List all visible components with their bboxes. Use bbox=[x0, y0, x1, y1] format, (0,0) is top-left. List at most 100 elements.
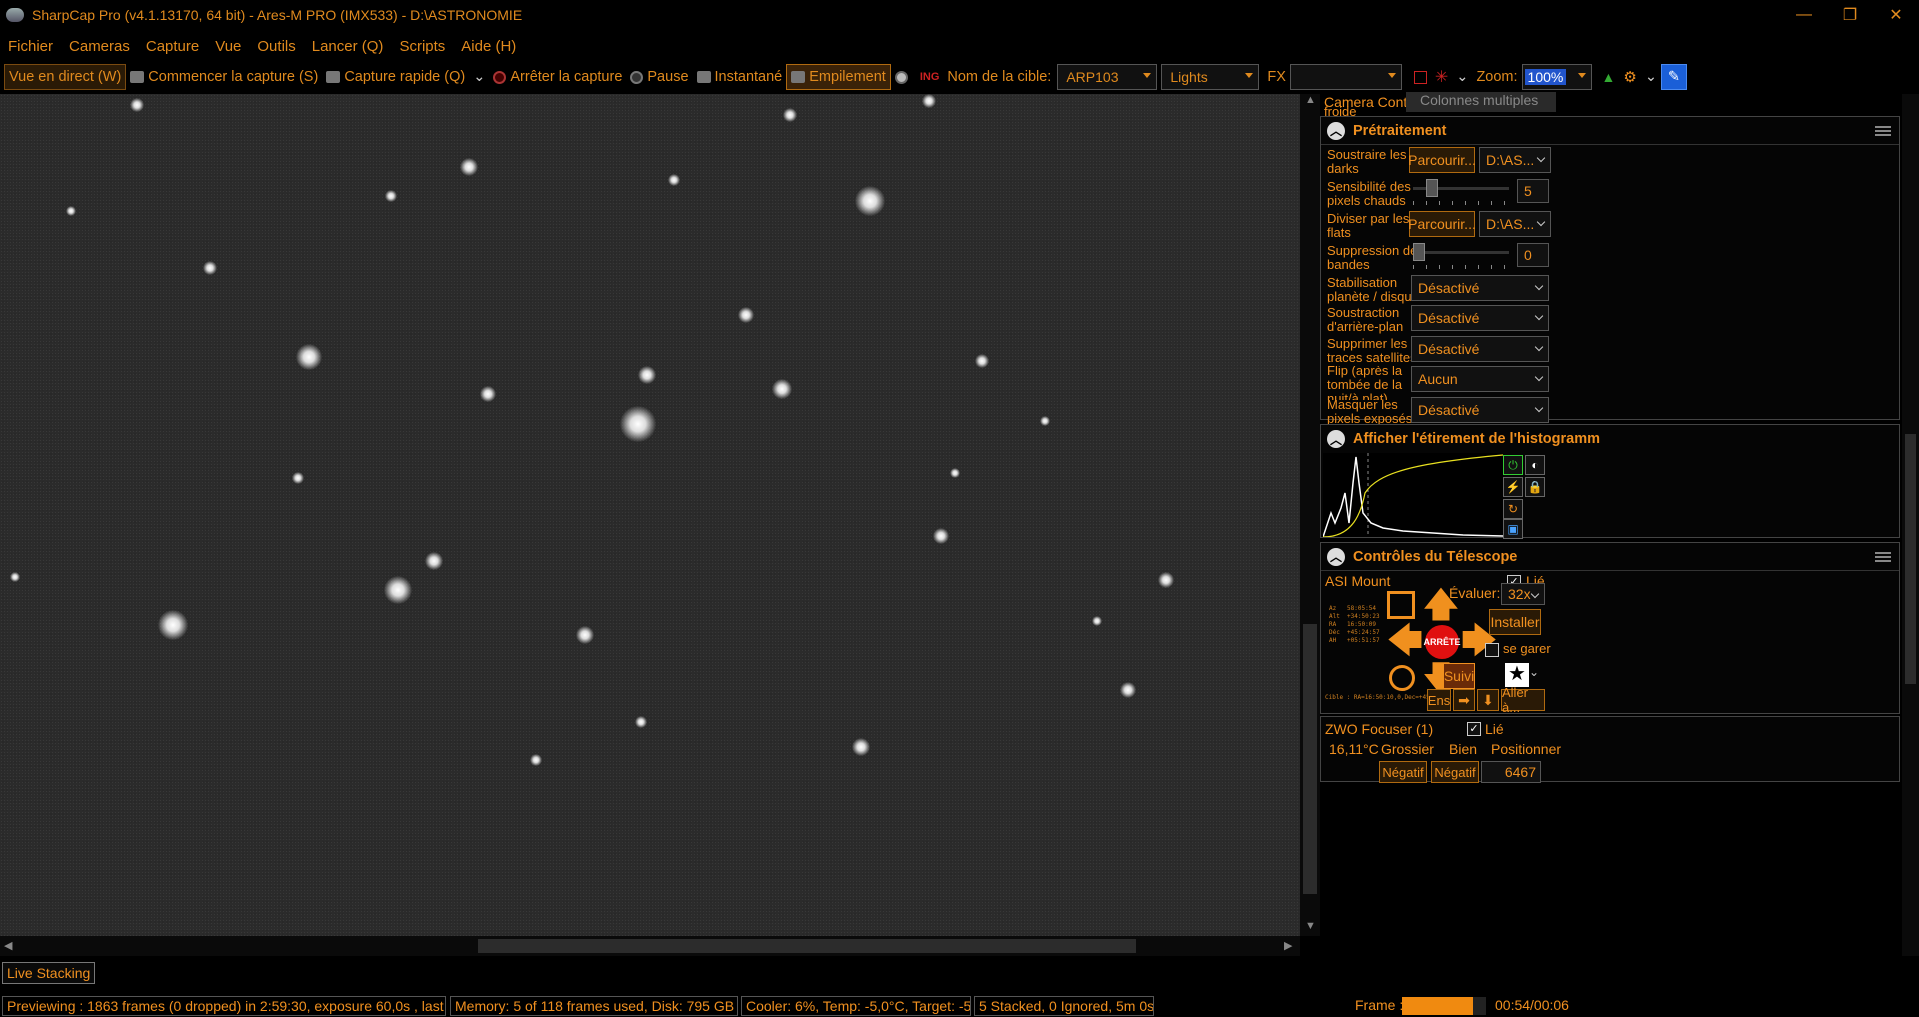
stop-mount-button[interactable]: ARRÊTE bbox=[1424, 625, 1461, 659]
satellite-select[interactable]: Désactivé bbox=[1411, 336, 1549, 362]
scroll-left-icon[interactable]: ◀ bbox=[4, 939, 12, 952]
star-icon[interactable]: ★ bbox=[1505, 663, 1529, 687]
flats-file-select[interactable]: D:\AS... bbox=[1479, 211, 1551, 237]
scroll-right-icon[interactable]: ▶ bbox=[1284, 939, 1292, 952]
lock-icon[interactable]: 🔒 bbox=[1525, 477, 1545, 497]
spiral-search-icon[interactable] bbox=[1387, 591, 1415, 619]
lightning-icon[interactable]: ⚡ bbox=[1503, 477, 1523, 497]
section-header[interactable]: ︿ Contrôles du Télescope bbox=[1321, 543, 1899, 571]
section-header[interactable]: ︿ Prétraitement bbox=[1321, 117, 1899, 145]
menu-file[interactable]: Fichier bbox=[0, 38, 61, 55]
reset-icon[interactable]: ↻ bbox=[1503, 499, 1523, 519]
collapse-icon[interactable]: ︿ bbox=[1327, 430, 1345, 448]
image-viewer[interactable] bbox=[0, 94, 1300, 936]
goto-button[interactable]: Aller à... bbox=[1501, 685, 1545, 715]
brush-icon[interactable]: ✎ bbox=[1661, 64, 1687, 90]
scroll-thumb[interactable] bbox=[1905, 434, 1916, 684]
moon-icon[interactable] bbox=[891, 64, 916, 90]
histogram-plot[interactable] bbox=[1323, 453, 1503, 537]
menu-launch[interactable]: Lancer (Q) bbox=[304, 38, 392, 55]
restore-button[interactable]: ❐ bbox=[1827, 0, 1873, 30]
stop-capture-button[interactable]: Arrêter la capture bbox=[489, 64, 626, 90]
slider-knob[interactable] bbox=[1425, 179, 1438, 197]
mount-name: ASI Mount bbox=[1325, 573, 1391, 589]
fine-negative-button[interactable]: Négatif bbox=[1431, 761, 1479, 783]
banding-slider[interactable] bbox=[1413, 243, 1509, 269]
scroll-thumb[interactable] bbox=[1303, 624, 1317, 894]
live-stacking-tab[interactable]: Live Stacking bbox=[2, 962, 96, 984]
flip-select[interactable]: Aucun bbox=[1411, 366, 1549, 392]
overlay-dropdown[interactable]: ⌄ bbox=[1452, 64, 1472, 90]
fx-combo[interactable] bbox=[1289, 64, 1402, 90]
contrast-icon[interactable]: ◐ bbox=[1525, 455, 1545, 475]
target-name-combo[interactable]: ARP103 bbox=[1057, 64, 1158, 90]
panel-scrollbar[interactable] bbox=[1902, 94, 1919, 956]
hot-pixel-slider[interactable] bbox=[1413, 179, 1509, 205]
background-subtraction-select[interactable]: Désactivé bbox=[1411, 305, 1549, 331]
menu-bar: Fichier Cameras Capture Vue Outils Lance… bbox=[0, 31, 1919, 61]
scroll-thumb[interactable] bbox=[478, 939, 1136, 953]
stabilization-select[interactable]: Désactivé bbox=[1411, 275, 1549, 301]
scroll-down-icon[interactable]: ▼ bbox=[1305, 920, 1316, 932]
menu-scripts[interactable]: Scripts bbox=[391, 38, 453, 55]
star-dropdown-icon[interactable]: ⌄ bbox=[1529, 665, 1539, 679]
center-target-icon[interactable] bbox=[1389, 665, 1415, 691]
settings-dropdown[interactable]: ⌄ bbox=[1641, 64, 1661, 90]
start-capture-button[interactable]: Commencer la capture (S) bbox=[126, 64, 322, 90]
settings-icon[interactable]: ⚙ bbox=[1619, 64, 1640, 90]
west-arrow-icon[interactable]: 🡄 bbox=[1387, 623, 1423, 659]
rate-select[interactable]: 32x bbox=[1501, 583, 1545, 605]
vertical-scrollbar[interactable]: ▲ ▼ bbox=[1300, 94, 1320, 936]
pause-button[interactable]: Pause bbox=[626, 64, 692, 90]
zoom-combo[interactable]: 100% bbox=[1521, 64, 1592, 90]
star bbox=[738, 307, 754, 323]
multi-columns-toggle[interactable]: Colonnes multiples bbox=[1406, 92, 1556, 112]
frame-type-combo[interactable]: Lights bbox=[1161, 64, 1260, 90]
menu-tools[interactable]: Outils bbox=[249, 38, 303, 55]
crosshair-icon[interactable]: ✳ bbox=[1431, 64, 1452, 90]
coarse-negative-button[interactable]: Négatif bbox=[1379, 761, 1427, 783]
reticle-icon[interactable] bbox=[1410, 64, 1431, 90]
collapse-icon[interactable]: ︿ bbox=[1327, 121, 1345, 140]
browse-flats-button[interactable]: Parcourir... bbox=[1408, 211, 1476, 237]
save-icon[interactable]: ▣ bbox=[1503, 519, 1523, 539]
histogram-icon[interactable]: ▲ bbox=[1598, 64, 1620, 90]
power-icon[interactable]: ⏻ bbox=[1503, 455, 1523, 475]
horizontal-scrollbar[interactable]: ◀ ▶ bbox=[0, 936, 1300, 956]
collapse-icon[interactable]: ︿ bbox=[1327, 547, 1345, 566]
menu-icon[interactable] bbox=[1875, 125, 1891, 136]
slider-knob[interactable] bbox=[1413, 243, 1425, 261]
banding-value[interactable]: 0 bbox=[1517, 243, 1549, 267]
hot-pixel-value[interactable]: 5 bbox=[1517, 179, 1549, 203]
park-checkbox[interactable] bbox=[1485, 643, 1499, 657]
section-header[interactable]: ︿ Afficher l'étirement de l'histogramm bbox=[1321, 425, 1899, 453]
focuser-position-input[interactable]: 6467 bbox=[1481, 761, 1541, 783]
minimize-button[interactable]: — bbox=[1781, 0, 1827, 30]
menu-help[interactable]: Aide (H) bbox=[453, 38, 524, 55]
window-title: SharpCap Pro (v4.1.13170, 64 bit) - Ares… bbox=[32, 7, 523, 23]
browse-darks-button[interactable]: Parcourir... bbox=[1408, 147, 1476, 173]
darks-file-select[interactable]: D:\AS... bbox=[1479, 147, 1551, 173]
star bbox=[922, 94, 936, 108]
star bbox=[66, 206, 76, 216]
menu-icon[interactable] bbox=[1875, 551, 1891, 562]
menu-view[interactable]: Vue bbox=[207, 38, 249, 55]
focuser-linked-checkbox[interactable]: ✓ bbox=[1467, 722, 1481, 736]
chevron-down-icon[interactable]: ⌄ bbox=[473, 69, 485, 85]
fits-icon[interactable]: ING bbox=[916, 64, 944, 90]
quick-capture-button[interactable]: Capture rapide (Q) ⌄ bbox=[322, 64, 489, 90]
live-view-button[interactable]: Vue en direct (W) bbox=[4, 64, 127, 90]
ens-button[interactable]: Ens bbox=[1427, 689, 1451, 711]
install-button[interactable]: Installer bbox=[1489, 609, 1541, 635]
scroll-up-icon[interactable]: ▲ bbox=[1305, 94, 1316, 106]
close-button[interactable]: ✕ bbox=[1873, 0, 1919, 30]
mask-exposed-select[interactable]: Désactivé bbox=[1411, 397, 1549, 423]
snapshot-button[interactable]: Instantané bbox=[693, 64, 787, 90]
menu-capture[interactable]: Capture bbox=[138, 38, 207, 55]
tracking-button[interactable]: Suivi bbox=[1443, 663, 1475, 689]
arrow-right-button[interactable]: ➡ bbox=[1453, 689, 1475, 711]
fx-label: FX bbox=[1267, 69, 1286, 85]
menu-cameras[interactable]: Cameras bbox=[61, 38, 138, 55]
arrow-down-button[interactable]: ⬇ bbox=[1477, 689, 1499, 711]
stacking-button[interactable]: Empilement bbox=[786, 64, 891, 90]
